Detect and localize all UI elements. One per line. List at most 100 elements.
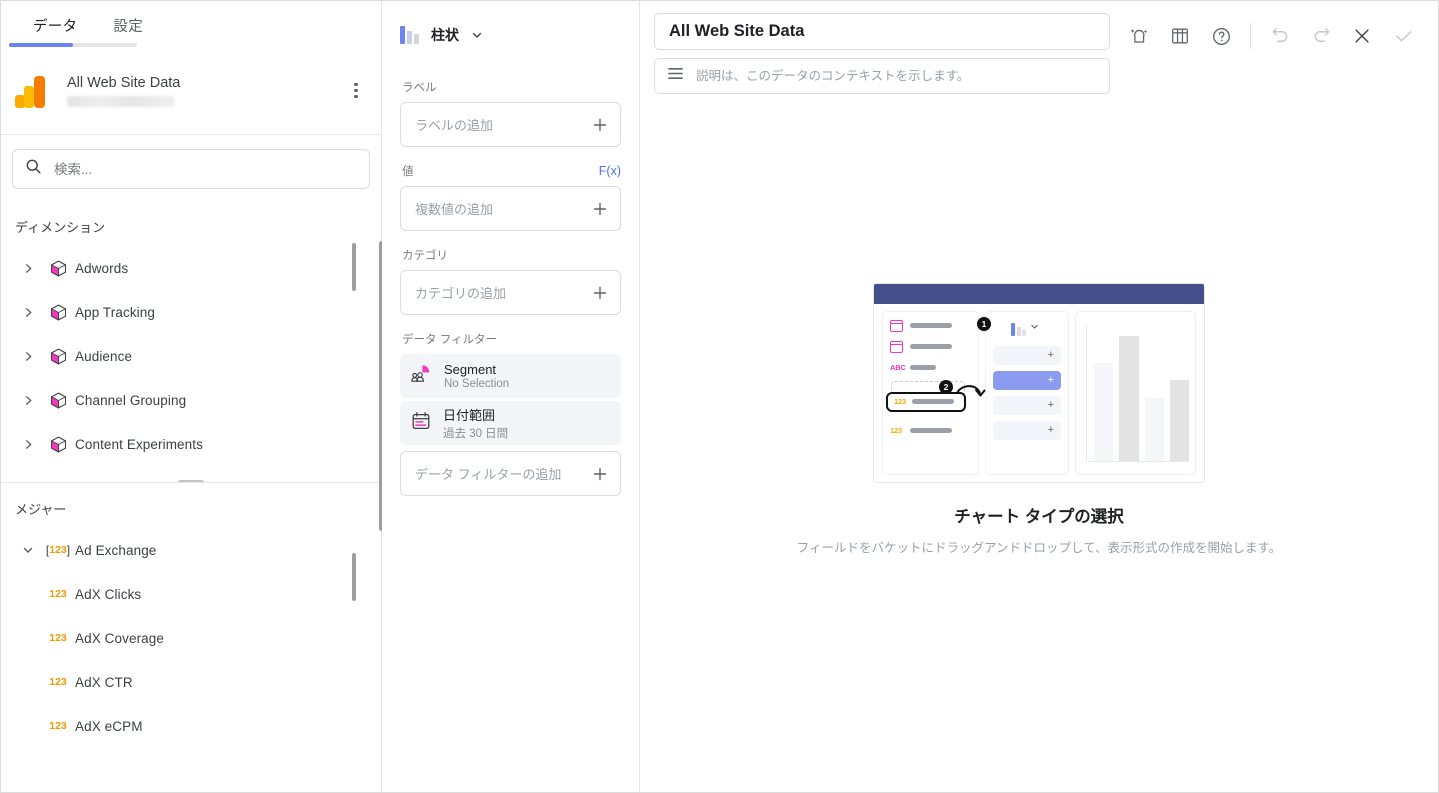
search-input[interactable]: [54, 161, 357, 177]
calendar-icon: [410, 410, 432, 437]
illustration-field: [890, 319, 971, 332]
cube-icon: [41, 435, 75, 454]
formula-button[interactable]: F(x): [599, 164, 621, 178]
illustration-bar: [1119, 336, 1139, 461]
chart-title-input[interactable]: [654, 13, 1110, 50]
chevron-right-icon[interactable]: [15, 439, 41, 450]
dimension-row[interactable]: Content Experiments: [1, 422, 381, 466]
number-icon: 123: [49, 720, 67, 732]
measure-row[interactable]: 123 AdX Clicks: [1, 572, 381, 616]
app-window: データ 設定 All Web Site Data 検索... ディメンション A…: [0, 0, 1439, 793]
dimension-label: Adwords: [75, 260, 129, 276]
dimension-row[interactable]: App Tracking: [1, 290, 381, 334]
empty-state-subtitle: フィールドをバケットにドラッグアンドドロップして、表示形式の作成を開始します。: [796, 540, 1282, 555]
number-icon: 123: [894, 397, 906, 406]
filter-item-date-range[interactable]: 日付範囲 過去 30 日間: [400, 401, 621, 445]
label-bucket[interactable]: ラベルの追加: [400, 102, 621, 147]
calendar-icon: [890, 319, 903, 332]
illustration-bar: [1169, 379, 1189, 461]
confirm-check-icon[interactable]: [1384, 17, 1422, 55]
table-view-icon[interactable]: [1161, 17, 1199, 55]
search-container: [1, 135, 381, 201]
plus-icon[interactable]: [592, 285, 608, 301]
segment-icon: [410, 362, 433, 390]
chevron-down-icon[interactable]: [15, 544, 41, 556]
value-bucket[interactable]: 複数値の追加: [400, 186, 621, 231]
measure-label: AdX CTR: [75, 674, 133, 690]
dimension-label: Content Experiments: [75, 436, 203, 452]
dimension-label: App Tracking: [75, 304, 155, 320]
value-bucket-placeholder: 複数値の追加: [415, 202, 494, 217]
abc-icon: ABC: [890, 363, 906, 372]
dragged-field-chip: 123: [886, 391, 966, 412]
chevron-right-icon[interactable]: [15, 307, 41, 318]
category-bucket[interactable]: カテゴリの追加: [400, 270, 621, 315]
data-filter-heading: データ フィルター: [402, 331, 621, 347]
measure-row[interactable]: 123 AdX eCPM: [1, 704, 381, 748]
chevron-right-icon[interactable]: [15, 395, 41, 406]
dimensions-heading: ディメンション: [15, 220, 106, 235]
label-bucket-placeholder: ラベルの追加: [415, 118, 494, 133]
magic-wand-icon[interactable]: [1120, 17, 1158, 55]
chevron-right-icon[interactable]: [15, 351, 41, 362]
chevron-right-icon[interactable]: [15, 263, 41, 274]
plus-icon[interactable]: [592, 117, 608, 133]
add-data-filter-placeholder: データ フィルターの追加: [415, 467, 562, 482]
data-source-subtitle-redacted: [67, 95, 175, 107]
step-badge-1: 1: [977, 316, 991, 331]
add-data-filter-bucket[interactable]: データ フィルターの追加: [400, 451, 621, 496]
data-source-row[interactable]: All Web Site Data: [1, 47, 381, 135]
dimension-row[interactable]: Audience: [1, 334, 381, 378]
measure-row[interactable]: 123 AdX CTR: [1, 660, 381, 704]
illustration-bars: [1086, 325, 1189, 462]
search-icon: [25, 158, 42, 180]
undo-icon[interactable]: [1261, 17, 1299, 55]
dimension-row[interactable]: Channel Grouping: [1, 378, 381, 422]
chevron-down-icon[interactable]: [471, 29, 483, 41]
filter-item-segment[interactable]: Segment No Selection: [400, 354, 621, 398]
illustration-bar: [1144, 398, 1164, 461]
illustration-drop-zone-active: +: [993, 370, 1061, 390]
data-source-title: All Web Site Data: [67, 74, 181, 91]
chart-config-panel: 柱状 ラベル ラベルの追加 値 F(x) 複数値の追加 カテゴリ カテゴリの追加…: [382, 1, 640, 792]
category-bucket-heading: カテゴリ: [402, 247, 621, 263]
plus-icon[interactable]: [592, 201, 608, 217]
empty-state-title: チャート タイプの選択: [954, 507, 1124, 526]
google-analytics-logo: [15, 74, 49, 108]
filter-title: Segment: [444, 362, 497, 377]
illustration-field: [890, 340, 971, 353]
category-bucket-heading-text: カテゴリ: [402, 250, 448, 262]
cube-icon: [41, 259, 75, 278]
dimensions-scrollbar[interactable]: [352, 243, 356, 291]
chart-type-selector[interactable]: 柱状: [400, 7, 621, 63]
plus-icon[interactable]: [592, 466, 608, 482]
chart-canvas-empty-state: ABC ABC 123: [640, 94, 1438, 792]
right-header: [640, 1, 1438, 94]
redo-icon[interactable]: [1302, 17, 1340, 55]
panel-tabs: データ 設定: [1, 1, 381, 47]
cube-icon: [41, 303, 75, 322]
illustration-drop-zone: +: [993, 345, 1061, 365]
illustration-bucket-list: + + + +: [985, 310, 1069, 475]
dimension-label: Channel Grouping: [75, 392, 187, 408]
dimension-row[interactable]: Adwords: [1, 246, 381, 290]
close-icon[interactable]: [1343, 17, 1381, 55]
illustration-chart-preview: [1075, 310, 1196, 475]
illustration-bar: [1094, 363, 1114, 461]
description-input[interactable]: [696, 69, 1097, 83]
measure-group-row[interactable]: [123] Ad Exchange: [1, 528, 381, 572]
measures-scrollbar[interactable]: [352, 553, 356, 601]
empty-state-illustration: ABC ABC 123: [873, 282, 1205, 483]
right-panel: ABC ABC 123: [640, 1, 1438, 792]
data-filter-heading-text: データ フィルター: [402, 334, 497, 346]
dimensions-section: ディメンション Adwords App Tracking Audience Ch…: [1, 201, 381, 483]
illustration-header-bar: [874, 283, 1204, 304]
illustration-drop-zone: +: [993, 420, 1061, 440]
help-icon[interactable]: [1202, 17, 1240, 55]
kebab-menu-icon[interactable]: [345, 80, 367, 102]
description-box[interactable]: [654, 58, 1110, 94]
search-box[interactable]: [12, 149, 370, 189]
measure-row[interactable]: 123 AdX Coverage: [1, 616, 381, 660]
category-bucket-placeholder: カテゴリの追加: [415, 286, 507, 301]
chart-type-label: 柱状: [431, 27, 459, 43]
